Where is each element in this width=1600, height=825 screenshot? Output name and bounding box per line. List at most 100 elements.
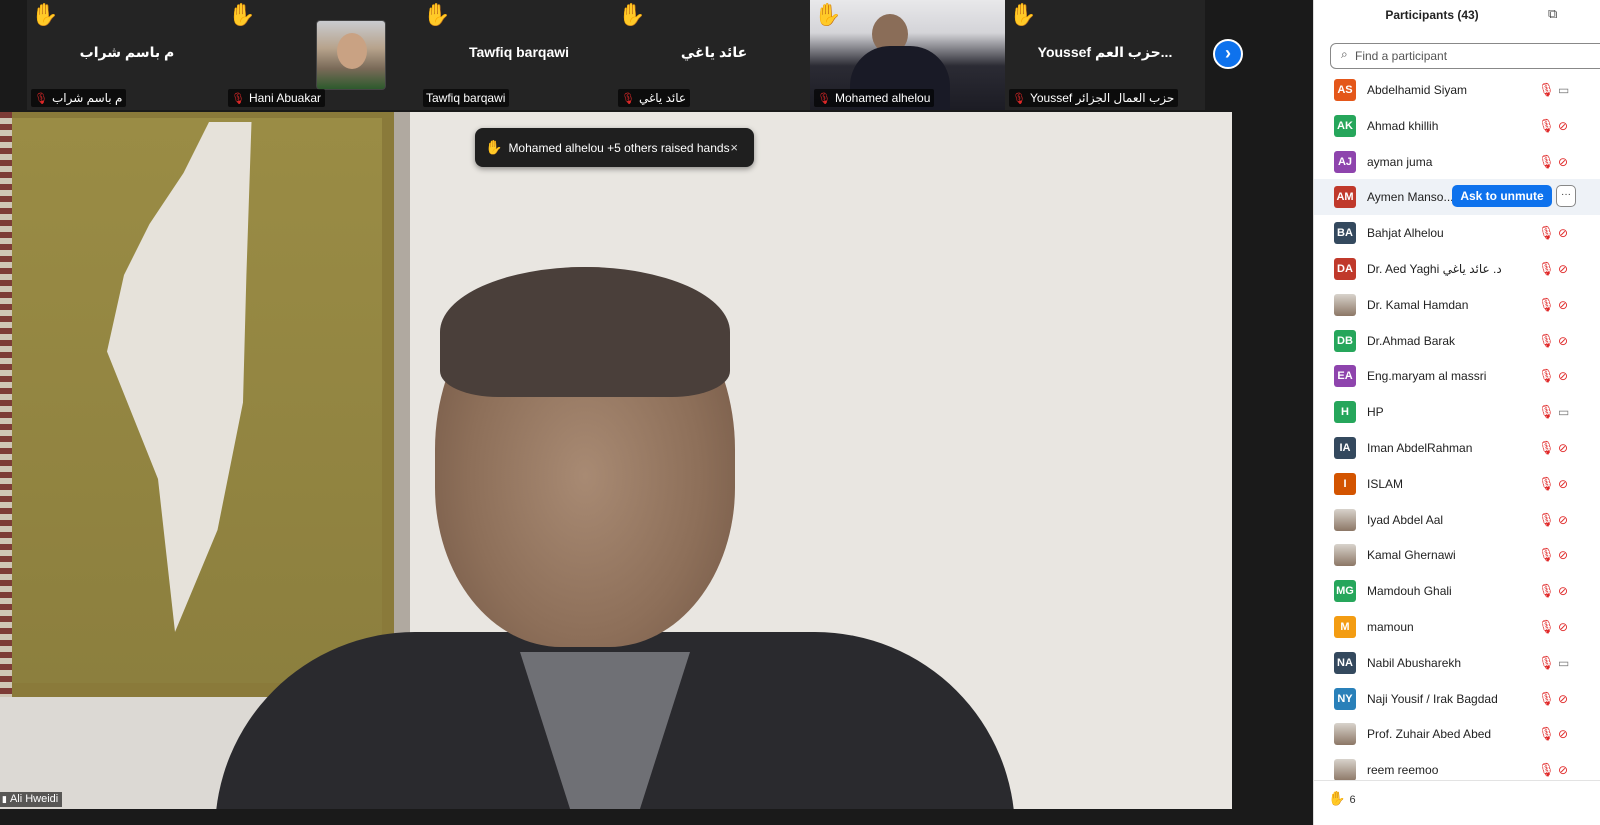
raised-count-text: 6 [1349,794,1356,806]
camera-off-icon[interactable]: ⊘ [1558,762,1568,778]
mic-muted-icon[interactable]: 🎙 [1538,154,1555,170]
close-icon[interactable]: × [730,128,738,167]
participant-row[interactable]: H HP 🎙 ▭ [1314,394,1600,430]
active-speaker-video [0,112,1232,809]
camera-off-icon[interactable]: ⊘ [1558,476,1568,492]
participant-row[interactable]: IA Iman AbdelRahman 🎙 ⊘ [1314,430,1600,466]
mic-muted-icon[interactable]: 🎙 [1538,333,1555,349]
camera-off-icon[interactable]: ⊘ [1558,154,1568,170]
participant-row[interactable]: EA Eng.maryam al massri 🎙 ⊘ [1314,358,1600,394]
mic-muted-icon[interactable]: 🎙 [1538,261,1555,277]
participant-name: Nabil Abusharekh [1367,655,1462,670]
tile-label-text: Youssef حزب العمال الجزائر [1029,91,1175,105]
mic-muted-icon[interactable]: 🎙 [1538,297,1555,313]
avatar [1334,723,1356,746]
audio-level-icon: ▮ [2,794,7,804]
ask-to-unmute-button[interactable]: Ask to unmute [1452,185,1552,208]
avatar: DB [1334,329,1356,352]
participant-row[interactable]: Mmamoun 🎙 ⊘ [1314,609,1600,645]
participant-row[interactable]: BA Bahjat Alhelou 🎙 ⊘ [1314,215,1600,251]
avatar [1334,544,1356,567]
camera-off-icon[interactable]: ⊘ [1558,261,1568,277]
participant-row[interactable]: AJ ayman juma 🎙 ⊘ [1314,144,1600,180]
participant-tile[interactable]: ✋ Youssef حزب العم... 🎙 Youssef حزب العما… [1005,0,1205,110]
participant-row[interactable]: Iyad Abdel Aal 🎙 ⊘ [1314,502,1600,538]
mic-muted-icon[interactable]: 🎙 [1538,619,1555,635]
camera-off-icon[interactable]: ▭ [1558,655,1569,671]
mic-muted-icon[interactable]: 🎙 [1538,368,1555,384]
mic-muted-icon[interactable]: 🎙 [1538,547,1555,563]
mic-muted-icon[interactable]: 🎙 [1538,726,1555,742]
raised-hand-icon: ✋ [814,2,842,27]
participant-row[interactable]: reem reemoo 🎙 ⊘ [1314,752,1600,788]
avatar: M [1334,615,1356,638]
participant-row[interactable]: AM Aymen Manso... Ask to unmute ··· [1314,179,1600,216]
background-rug [0,112,410,697]
camera-off-icon[interactable]: ⊘ [1558,118,1568,134]
mic-muted-icon[interactable]: 🎙 [1538,512,1555,528]
tile-name-label: 🎙 عائد ياغي [618,89,691,107]
participant-row[interactable]: NY Naji Yousif / Irak Bagdad 🎙 ⊘ [1314,681,1600,717]
mic-muted-icon[interactable]: 🎙 [1538,404,1555,420]
camera-off-icon[interactable]: ⊘ [1558,726,1568,742]
camera-off-icon[interactable]: ⊘ [1558,225,1568,241]
search-input[interactable]: Find a participant [1330,43,1600,69]
camera-off-icon[interactable]: ⊘ [1558,547,1568,563]
mic-muted-icon[interactable]: 🎙 [1538,440,1555,456]
camera-off-icon[interactable]: ⊘ [1558,333,1568,349]
mic-muted-icon[interactable]: 🎙 [1538,691,1555,707]
camera-off-icon[interactable]: ⊘ [1558,440,1568,456]
mic-muted-icon[interactable]: 🎙 [1538,762,1555,778]
avatar [316,20,386,90]
tile-label-text: م باسم شراب [51,91,123,105]
tile-label-text: Mohamed alhelou [834,91,931,105]
raised-hand-icon: ✋ [618,2,646,27]
camera-off-icon[interactable]: ⊘ [1558,619,1568,635]
raised-hand-icon: ✋ [485,139,503,155]
participant-row[interactable]: NA Nabil Abusharekh 🎙 ▭ [1314,645,1600,681]
raised-hand-icon: ✋ [1328,790,1346,806]
participant-row[interactable]: I ISLAM 🎙 ⊘ [1314,466,1600,502]
participant-row[interactable]: AS Abdelhamid Siyam 🎙 ▭ [1314,72,1600,108]
more-options-button[interactable]: ··· [1556,185,1576,208]
search-icon: ⌕ [1341,47,1348,61]
camera-off-icon[interactable]: ⊘ [1558,297,1568,313]
mic-muted-icon[interactable]: 🎙 [1538,82,1555,98]
participant-row[interactable]: AK Ahmad khillih 🎙 ⊘ [1314,108,1600,144]
participant-tile[interactable]: ✋ Tawfiq barqawi Tawfiq barqawi [419,0,619,110]
camera-off-icon[interactable]: ▭ [1558,82,1569,98]
participant-row[interactable]: DB Dr.Ahmad Barak 🎙 ⊘ [1314,323,1600,359]
camera-off-icon[interactable]: ⊘ [1558,368,1568,384]
avatar: AJ [1334,150,1356,173]
participant-tile[interactable]: ✋ عائد ياغي 🎙 عائد ياغي [614,0,814,110]
notification-text: Mohamed alhelou +5 others raised hands [508,141,730,155]
participant-row[interactable]: Prof. Zuhair Abed Abed 🎙 ⊘ [1314,716,1600,752]
speaker-name-text: Ali Hweidi [9,793,59,805]
participant-name: ayman juma [1367,154,1433,169]
participant-row[interactable]: Dr. Kamal Hamdan 🎙 ⊘ [1314,287,1600,323]
participant-tile[interactable]: ✋ 🎙 Mohamed alhelou [810,0,1010,110]
participant-row[interactable]: MG Mamdouh Ghali 🎙 ⊘ [1314,573,1600,609]
mic-muted-icon[interactable]: 🎙 [1538,225,1555,241]
participant-row[interactable]: Kamal Ghernawi 🎙 ⊘ [1314,537,1600,573]
avatar: I [1334,472,1356,495]
popout-icon[interactable]: ⧉ [1548,6,1564,22]
participant-name: Eng.maryam al massri [1367,369,1487,384]
mic-muted-icon[interactable]: 🎙 [1538,583,1555,599]
chevron-right-icon[interactable]: › [1213,39,1243,69]
camera-off-icon[interactable]: ⊘ [1558,512,1568,528]
participant-row[interactable]: DA Dr. Aed Yaghi د. عائد ياغي 🎙 ⊘ [1314,251,1600,287]
camera-off-icon[interactable]: ⊘ [1558,691,1568,707]
mic-muted-icon[interactable]: 🎙 [1538,118,1555,134]
raised-hand-icon: ✋ [228,2,256,27]
tile-name-label: Tawfiq barqawi [423,89,510,107]
mic-muted-icon[interactable]: 🎙 [1538,655,1555,671]
participant-tile[interactable]: ✋ م باسم شراب 🎙 م باسم شراب [27,0,227,110]
tile-label-text: عائد ياغي [638,91,687,105]
mic-muted-icon[interactable]: 🎙 [1538,476,1555,492]
camera-off-icon[interactable]: ▭ [1558,404,1569,420]
participant-name: Iyad Abdel Aal [1367,512,1444,527]
tile-label-text: Hani Abuakar [248,91,322,105]
camera-off-icon[interactable]: ⊘ [1558,583,1568,599]
participant-tile[interactable]: ✋ 🎙 Hani Abuakar [224,0,424,110]
